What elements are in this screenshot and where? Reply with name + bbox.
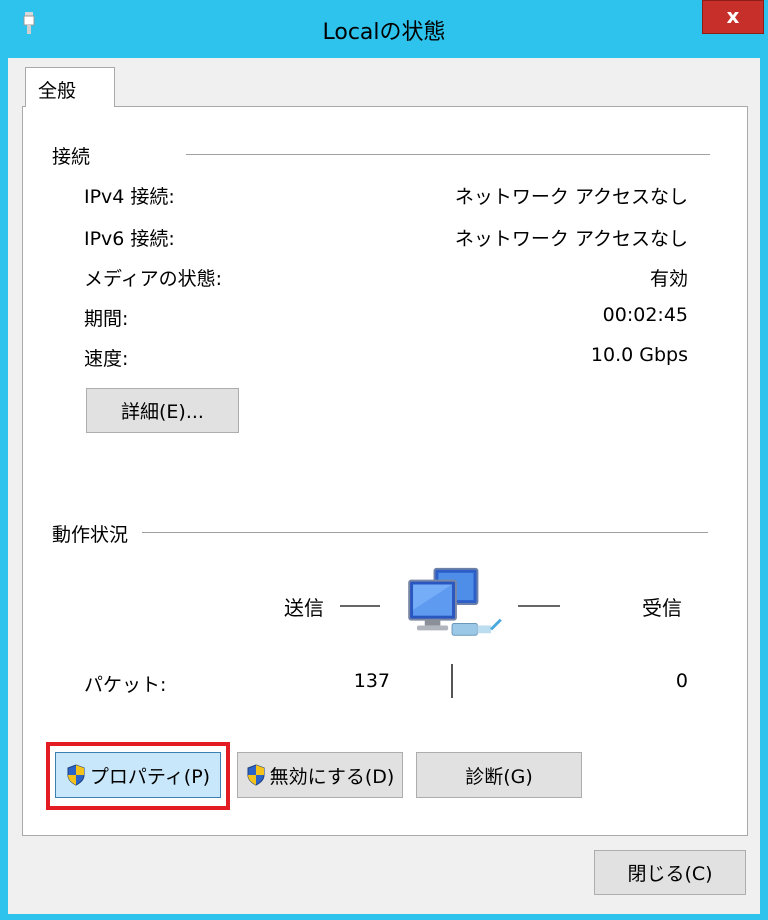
sent-line: [340, 605, 380, 607]
packets-separator: [451, 664, 453, 698]
ipv4-value: ネットワーク アクセスなし: [454, 186, 688, 208]
tab-general[interactable]: 全般: [25, 67, 115, 107]
window-title: Localの状態: [322, 20, 446, 45]
ipv4-label: IPv4 接続:: [84, 186, 175, 208]
received-line: [518, 605, 560, 607]
close-window-button[interactable]: x: [702, 0, 764, 34]
speed-label: 速度:: [84, 348, 129, 370]
uac-shield-icon: [67, 764, 85, 786]
network-computers-icon: [408, 567, 502, 636]
details-button[interactable]: 詳細(E)...: [86, 388, 239, 433]
general-tab-panel: [22, 106, 748, 836]
packets-label: パケット:: [84, 674, 167, 696]
activity-divider: [142, 532, 708, 533]
title-bar: Localの状態 x: [0, 0, 768, 58]
connection-divider: [186, 154, 710, 155]
sent-label: 送信: [284, 596, 324, 620]
duration-label: 期間:: [84, 308, 129, 330]
speed-value: 10.0 Gbps: [590, 344, 688, 366]
disable-button-label: 無効にする(D): [269, 765, 395, 788]
ipv6-value: ネットワーク アクセスなし: [454, 228, 688, 250]
ipv6-label: IPv6 接続:: [84, 228, 175, 250]
uac-shield-icon: [247, 764, 265, 786]
media-state-value: 有効: [649, 268, 688, 290]
disable-button[interactable]: 無効にする(D): [237, 752, 403, 798]
properties-button[interactable]: プロパティ(P): [55, 752, 221, 798]
received-label: 受信: [642, 596, 682, 620]
duration-value: 00:02:45: [602, 304, 688, 326]
packets-received-value: 0: [675, 670, 688, 692]
media-state-label: メディアの状態:: [84, 268, 223, 290]
diagnose-button[interactable]: 診断(G): [416, 752, 582, 798]
activity-section-title: 動作状況: [52, 520, 135, 547]
close-button[interactable]: 閉じる(C): [594, 850, 746, 895]
packets-sent-value: 137: [353, 670, 390, 692]
properties-button-label: プロパティ(P): [89, 765, 211, 788]
connection-section-title: 接続: [52, 142, 97, 169]
